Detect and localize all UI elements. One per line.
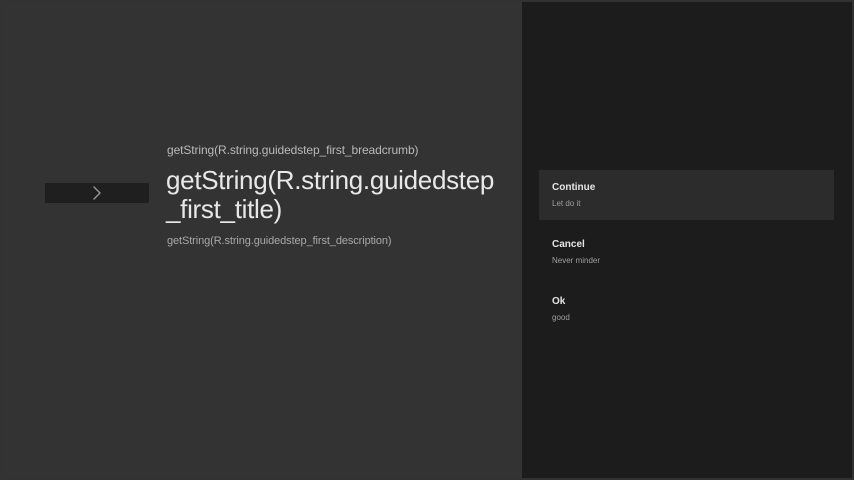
page-description: getString(R.string.guidedstep_first_desc… <box>167 235 392 247</box>
action-description: good <box>552 313 570 322</box>
ok-action[interactable]: Ok good <box>539 284 834 334</box>
cancel-action[interactable]: Cancel Never minder <box>539 227 834 277</box>
actions-pane: Continue Let do it Cancel Never minder O… <box>522 2 852 478</box>
action-title: Cancel <box>552 239 585 250</box>
page-title: getString(R.string.guidedstep_first_titl… <box>166 165 495 224</box>
guidance-icon-box <box>45 183 149 203</box>
action-description: Let do it <box>552 199 581 208</box>
breadcrumb: getString(R.string.guidedstep_first_brea… <box>167 143 419 157</box>
chevron-right-icon <box>93 186 101 200</box>
action-title: Ok <box>552 296 566 307</box>
guided-step-screen: getString(R.string.guidedstep_first_brea… <box>0 0 854 480</box>
continue-action[interactable]: Continue Let do it <box>539 170 834 220</box>
action-title: Continue <box>552 182 596 193</box>
guidance-pane: getString(R.string.guidedstep_first_brea… <box>2 2 522 478</box>
action-description: Never minder <box>552 256 601 265</box>
